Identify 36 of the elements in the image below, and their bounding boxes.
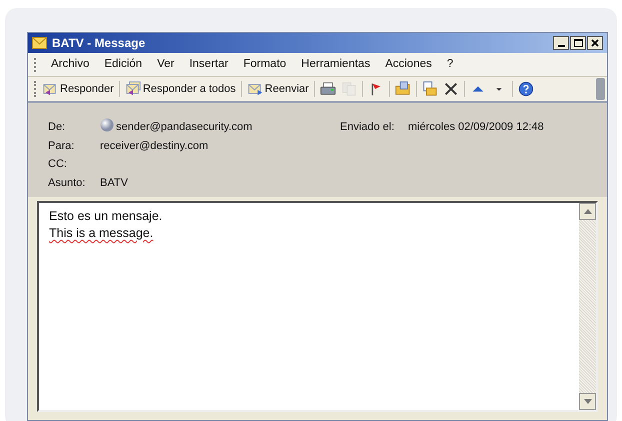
toolbar-button[interactable]: Responder [40, 78, 116, 100]
scroll-down-button[interactable] [579, 393, 596, 410]
scrollbar[interactable] [579, 203, 596, 410]
menu-item[interactable]: Acciones [385, 56, 432, 74]
sender-address: sender@pandasecurity.com [116, 120, 252, 135]
message-text: This is a message. [49, 225, 154, 242]
menu-item[interactable]: Archivo [51, 56, 90, 74]
envelope-icon [32, 37, 47, 49]
field-label: CC: [48, 157, 68, 172]
message-body[interactable]: Esto es un mensaje. This is a message. [37, 201, 598, 412]
close-button[interactable] [587, 36, 603, 50]
menu-item[interactable]: Ver [157, 56, 174, 74]
message-text: Esto es un mensaje. [49, 208, 162, 225]
sent-date: miércoles 02/09/2009 12:48 [408, 120, 545, 135]
maximize-button[interactable] [570, 36, 586, 50]
menu-item[interactable]: Insertar [189, 56, 228, 74]
field-label: De: [48, 120, 66, 135]
window-title: BATV - Message [52, 35, 146, 52]
menu-item[interactable]: Formato [243, 56, 286, 74]
menu-item[interactable]: Herramientas [301, 56, 370, 74]
close-icon [591, 39, 599, 47]
toolbar-overflow-handle[interactable] [596, 78, 605, 100]
field-label: Asunto: [48, 176, 86, 190]
field-label: Enviado el: [340, 120, 396, 135]
toolbar-button[interactable]: Responder a todos [122, 78, 238, 100]
recipient-address: receiver@destiny.com [100, 138, 210, 154]
minimize-button[interactable] [553, 36, 569, 50]
menu-item[interactable]: ? [446, 56, 454, 74]
subject-text: BATV [100, 176, 129, 190]
toolbar-button[interactable]: Reenviar [244, 78, 311, 100]
up-arrow-icon [584, 209, 592, 214]
scroll-up-button[interactable] [579, 203, 596, 220]
field-label: Para: [48, 138, 76, 154]
down-arrow-icon [584, 399, 592, 404]
menu-item[interactable]: Edición [104, 56, 142, 74]
contact-status-icon [100, 118, 114, 132]
